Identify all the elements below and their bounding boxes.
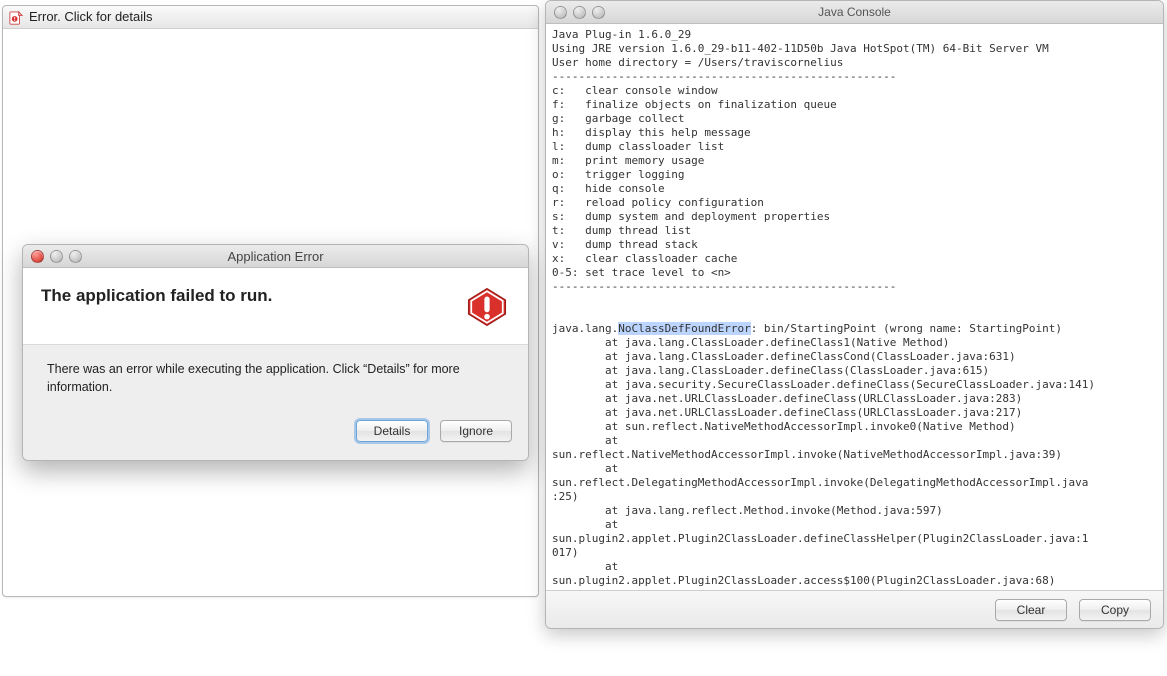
minimize-window-button — [50, 250, 63, 263]
zoom-window-button — [69, 250, 82, 263]
dialog-heading: The application failed to run. — [41, 286, 454, 306]
dialog-button-row: Details Ignore — [23, 406, 528, 460]
copy-button[interactable]: Copy — [1079, 599, 1151, 621]
console-titlebar[interactable]: Java Console — [546, 1, 1163, 24]
background-window-title: Error. Click for details — [29, 6, 153, 28]
clear-button[interactable]: Clear — [995, 599, 1067, 621]
java-console-window: Java Console Java Plug-in 1.6.0_29 Using… — [545, 0, 1164, 629]
traffic-lights — [554, 6, 605, 19]
minimize-window-button[interactable] — [573, 6, 586, 19]
ignore-button[interactable]: Ignore — [440, 420, 512, 442]
alert-icon — [466, 286, 508, 328]
traffic-lights — [31, 250, 82, 263]
close-window-button[interactable] — [31, 250, 44, 263]
console-footer: Clear Copy — [546, 590, 1163, 628]
console-title: Java Console — [818, 5, 891, 19]
zoom-window-button[interactable] — [592, 6, 605, 19]
console-output[interactable]: Java Plug-in 1.6.0_29 Using JRE version … — [546, 24, 1163, 590]
dialog-title: Application Error — [227, 249, 323, 264]
console-output-scroll[interactable]: Java Plug-in 1.6.0_29 Using JRE version … — [546, 24, 1163, 590]
dialog-message: There was an error while executing the a… — [23, 344, 528, 406]
error-page-icon — [9, 10, 23, 24]
dialog-titlebar[interactable]: Application Error — [23, 245, 528, 268]
close-window-button[interactable] — [554, 6, 567, 19]
application-error-dialog: Application Error The application failed… — [22, 244, 529, 461]
details-button[interactable]: Details — [356, 420, 428, 442]
background-window-titlebar: Error. Click for details — [3, 6, 538, 29]
